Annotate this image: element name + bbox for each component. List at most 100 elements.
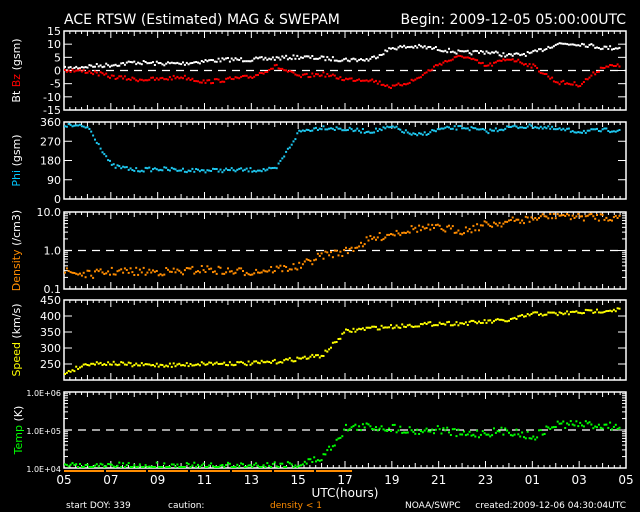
data-point xyxy=(343,428,346,431)
data-point xyxy=(107,361,110,364)
data-point xyxy=(506,54,509,57)
data-point xyxy=(369,326,372,329)
data-point xyxy=(137,465,140,468)
data-point xyxy=(73,66,76,69)
data-point xyxy=(236,168,239,171)
data-point xyxy=(271,56,274,59)
data-point xyxy=(519,314,522,317)
data-point xyxy=(225,57,228,60)
data-point xyxy=(131,365,134,368)
data-point xyxy=(101,66,104,69)
data-point xyxy=(478,128,480,131)
data-point xyxy=(97,65,100,68)
data-point xyxy=(590,74,593,77)
data-point xyxy=(434,64,437,67)
data-point xyxy=(380,129,383,132)
data-point xyxy=(474,229,477,232)
data-point xyxy=(167,168,169,171)
data-point xyxy=(155,270,158,272)
data-point xyxy=(483,52,486,55)
data-point xyxy=(365,326,368,329)
data-point xyxy=(567,423,570,426)
data-point xyxy=(116,270,119,273)
data-point xyxy=(95,463,98,466)
data-point xyxy=(101,151,104,154)
data-point xyxy=(515,218,518,221)
data-point xyxy=(322,125,325,128)
data-point xyxy=(142,364,145,367)
data-point xyxy=(528,52,531,55)
data-point xyxy=(382,126,385,129)
data-point xyxy=(247,76,250,79)
data-point xyxy=(365,79,368,82)
data-point xyxy=(401,46,404,49)
data-point xyxy=(120,361,123,364)
data-point xyxy=(573,43,576,46)
data-point xyxy=(472,433,475,436)
y-label-part: Bt xyxy=(10,90,23,103)
data-point xyxy=(73,124,76,127)
data-point xyxy=(384,85,387,87)
data-point xyxy=(339,127,342,130)
data-point xyxy=(94,363,96,366)
data-point xyxy=(94,65,96,68)
data-point xyxy=(64,125,66,128)
data-point xyxy=(508,219,510,222)
data-point xyxy=(316,73,319,76)
data-point xyxy=(333,341,336,344)
data-point xyxy=(494,222,497,225)
data-point xyxy=(498,221,501,224)
data-point xyxy=(298,464,301,467)
data-point xyxy=(101,72,104,75)
data-point xyxy=(483,432,486,435)
data-point xyxy=(390,47,392,50)
data-point xyxy=(403,83,406,85)
data-point xyxy=(543,48,546,51)
data-point xyxy=(393,47,396,50)
data-point xyxy=(270,361,273,364)
data-point xyxy=(489,128,492,131)
data-point xyxy=(140,78,143,81)
data-point xyxy=(150,61,153,64)
data-point xyxy=(457,324,460,327)
data-point xyxy=(330,251,332,254)
data-point xyxy=(290,359,293,362)
data-point xyxy=(459,322,462,325)
data-point xyxy=(86,71,89,74)
data-point xyxy=(455,52,458,55)
data-point xyxy=(335,59,338,62)
data-point xyxy=(165,62,168,65)
data-point xyxy=(427,321,430,324)
data-point xyxy=(594,128,597,131)
x-tick-label: 09 xyxy=(150,473,165,487)
data-point xyxy=(187,267,190,270)
data-point xyxy=(234,57,237,60)
y-axis-label-phi: Phi (gsm) xyxy=(10,134,23,186)
data-point xyxy=(468,57,471,59)
data-point xyxy=(481,224,484,227)
data-point xyxy=(571,423,574,426)
data-point xyxy=(127,271,130,274)
data-point xyxy=(367,59,370,62)
data-point xyxy=(185,171,188,174)
data-point xyxy=(215,272,218,275)
data-point xyxy=(539,71,542,74)
data-point xyxy=(605,310,608,313)
data-point xyxy=(567,313,570,316)
data-point xyxy=(86,126,89,129)
data-point xyxy=(375,325,377,328)
data-point xyxy=(363,243,366,246)
footer-created: created:2009-12-06 04:30:04UTC xyxy=(475,501,626,511)
data-point xyxy=(524,315,527,318)
data-point xyxy=(474,49,477,52)
data-point xyxy=(223,58,226,61)
data-point xyxy=(172,74,175,77)
data-point xyxy=(528,220,531,223)
data-point xyxy=(125,363,128,366)
data-point xyxy=(202,169,205,172)
data-point xyxy=(309,76,312,78)
data-point xyxy=(159,466,162,468)
data-point xyxy=(197,270,199,273)
data-point xyxy=(354,330,357,333)
data-point xyxy=(416,134,419,137)
